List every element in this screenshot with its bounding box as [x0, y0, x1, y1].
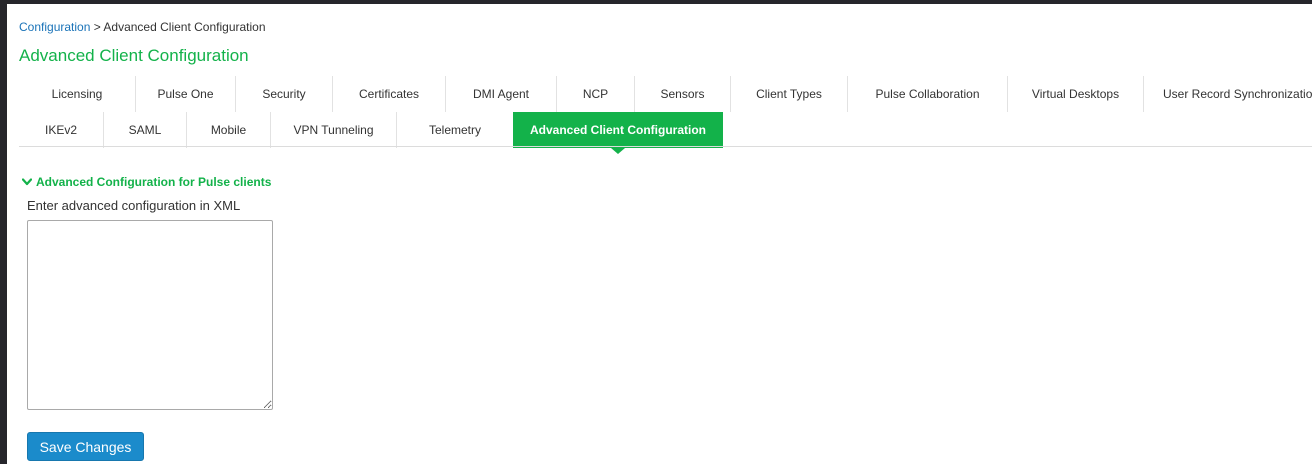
- tab-dmi-agent[interactable]: DMI Agent: [445, 76, 556, 112]
- tab-label: Sensors: [660, 87, 705, 101]
- breadcrumb: Configuration > Advanced Client Configur…: [19, 20, 266, 34]
- tab-label: SAML: [128, 123, 162, 137]
- chevron-down-icon: [22, 178, 32, 186]
- tab-row-1: Licensing Pulse One Security Certificate…: [19, 76, 1312, 112]
- tab-client-types[interactable]: Client Types: [730, 76, 847, 112]
- tab-label: Pulse Collaboration: [875, 87, 980, 101]
- tab-ncp[interactable]: NCP: [556, 76, 634, 112]
- tab-label: Virtual Desktops: [1031, 87, 1120, 101]
- main-content: Configuration > Advanced Client Configur…: [7, 4, 1312, 464]
- tab-label: Mobile: [210, 123, 247, 137]
- section-toggle[interactable]: Advanced Configuration for Pulse clients: [22, 175, 271, 189]
- tab-label: NCP: [582, 87, 609, 101]
- xml-config-input[interactable]: [27, 220, 273, 410]
- breadcrumb-current: Advanced Client Configuration: [103, 20, 266, 34]
- tab-mobile[interactable]: Mobile: [186, 112, 270, 148]
- tab-vpn-tunneling[interactable]: VPN Tunneling: [270, 112, 396, 148]
- tab-saml[interactable]: SAML: [103, 112, 186, 148]
- tab-certificates[interactable]: Certificates: [332, 76, 445, 112]
- tab-label: User Record Synchronization: [1163, 87, 1312, 101]
- tab-ikev2[interactable]: IKEv2: [19, 112, 103, 148]
- tab-pulse-one[interactable]: Pulse One: [135, 76, 235, 112]
- tab-telemetry[interactable]: Telemetry: [396, 112, 513, 148]
- tab-pulse-collaboration[interactable]: Pulse Collaboration: [847, 76, 1007, 112]
- tab-label: Pulse One: [157, 87, 214, 101]
- tab-divider: [19, 146, 1312, 147]
- tab-row-2: IKEv2 SAML Mobile VPN Tunneling Telemetr…: [19, 112, 723, 154]
- tab-licensing[interactable]: Licensing: [19, 76, 135, 112]
- tab-label: Telemetry: [428, 123, 481, 137]
- page-title: Advanced Client Configuration: [19, 46, 249, 65]
- tab-label: IKEv2: [44, 123, 77, 137]
- save-changes-button[interactable]: Save Changes: [27, 432, 144, 461]
- tab-security[interactable]: Security: [235, 76, 332, 112]
- tab-label: Certificates: [358, 87, 420, 101]
- tab-label: VPN Tunneling: [293, 123, 374, 137]
- tab-label: Licensing: [51, 87, 103, 101]
- section-title: Advanced Configuration for Pulse clients: [36, 175, 272, 189]
- tab-advanced-client-configuration[interactable]: Advanced Client Configuration: [513, 112, 723, 154]
- tab-sensors[interactable]: Sensors: [634, 76, 730, 112]
- tab-label: Security: [262, 87, 306, 101]
- xml-config-label: Enter advanced configuration in XML: [27, 198, 241, 213]
- tab-label: DMI Agent: [472, 87, 530, 101]
- tab-user-record-synchronization[interactable]: User Record Synchronization: [1143, 76, 1312, 112]
- tab-label: Client Types: [756, 87, 822, 101]
- breadcrumb-separator: >: [90, 20, 104, 34]
- tab-label: Advanced Client Configuration: [529, 123, 706, 137]
- window-left-border: [0, 0, 7, 464]
- breadcrumb-link-configuration[interactable]: Configuration: [19, 20, 90, 34]
- tab-virtual-desktops[interactable]: Virtual Desktops: [1007, 76, 1143, 112]
